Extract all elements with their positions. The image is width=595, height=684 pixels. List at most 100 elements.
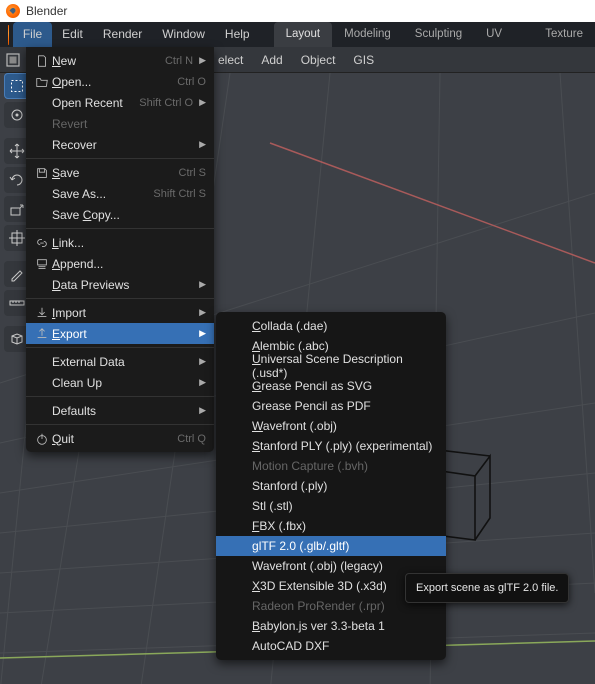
- link-icon: [32, 236, 52, 250]
- menu-label: Recover: [52, 138, 193, 152]
- submenu-label: Grease Pencil as PDF: [252, 399, 371, 413]
- submenu-label: Grease Pencil as SVG: [252, 379, 372, 393]
- file-menu-revert: Revert: [26, 113, 214, 134]
- export-submenu: Collada (.dae)Alembic (.abc)Universal Sc…: [216, 312, 446, 660]
- menu-label: Import: [52, 306, 193, 320]
- submenu-label: Stanford PLY (.ply) (experimental): [252, 439, 432, 453]
- export-autocad-dxf[interactable]: AutoCAD DXF: [216, 636, 446, 656]
- menu-render[interactable]: Render: [93, 22, 152, 47]
- shortcut: Ctrl O: [177, 76, 206, 88]
- submenu-label: glTF 2.0 (.glb/.gltf): [252, 539, 349, 553]
- blender-icon: [6, 4, 20, 18]
- menu-edit[interactable]: Edit: [52, 22, 93, 47]
- workspace-tab-modeling[interactable]: Modeling: [332, 22, 403, 47]
- blender-logo-icon[interactable]: [8, 25, 9, 45]
- chevron-right-icon: ▶: [199, 97, 206, 108]
- submenu-label: Wavefront (.obj) (legacy): [252, 559, 383, 573]
- file-menu: NewCtrl N▶Open...Ctrl OOpen RecentShift …: [26, 47, 214, 452]
- submenu-label: Babylon.js ver 3.3-beta 1: [252, 619, 385, 633]
- mode-icon[interactable]: [4, 51, 22, 69]
- menu-label: Quit: [52, 432, 167, 446]
- shortcut: Shift Ctrl S: [153, 188, 206, 200]
- file-menu-external-data[interactable]: External Data ▶: [26, 351, 214, 372]
- file-menu-defaults[interactable]: Defaults▶: [26, 400, 214, 421]
- export-collada-dae-[interactable]: Collada (.dae): [216, 316, 446, 336]
- submenu-label: Radeon ProRender (.rpr): [252, 599, 385, 613]
- chevron-right-icon: ▶: [199, 328, 206, 339]
- header-menu-elect[interactable]: elect: [218, 53, 243, 67]
- export-stanford-ply-[interactable]: Stanford (.ply): [216, 476, 446, 496]
- submenu-label: AutoCAD DXF: [252, 639, 329, 653]
- menu-label: Append...: [52, 257, 206, 271]
- chevron-right-icon: ▶: [199, 139, 206, 150]
- submenu-label: Wavefront (.obj): [252, 419, 337, 433]
- menu-label: Save As...: [52, 187, 143, 201]
- chevron-right-icon: ▶: [199, 279, 206, 290]
- file-menu-append-[interactable]: Append...: [26, 253, 214, 274]
- window-titlebar: Blender: [0, 0, 595, 22]
- workspace-tabs: LayoutModelingSculptingUV EditingTexture…: [274, 22, 595, 47]
- export-gltf-2-0-glb-gltf-[interactable]: glTF 2.0 (.glb/.gltf): [216, 536, 446, 556]
- file-menu-link-[interactable]: Link...: [26, 232, 214, 253]
- submenu-label: Universal Scene Description (.usd*): [252, 352, 434, 380]
- file-menu-save[interactable]: Save Ctrl S: [26, 162, 214, 183]
- header-menu-object[interactable]: Object: [301, 53, 336, 67]
- tooltip-text: Export scene as glTF 2.0 file.: [416, 582, 558, 594]
- menu-label: Open...: [52, 75, 167, 89]
- window-title: Blender: [26, 4, 67, 18]
- export-babylon-js-ver-3-3-beta-1[interactable]: Babylon.js ver 3.3-beta 1: [216, 616, 446, 636]
- file-menu-export[interactable]: Export ▶: [26, 323, 214, 344]
- file-menu-new[interactable]: NewCtrl N▶: [26, 50, 214, 71]
- menu-label: Link...: [52, 236, 206, 250]
- file-menu-recover[interactable]: Recover ▶: [26, 134, 214, 155]
- workspace-tab-texture-paint[interactable]: Texture Paint: [533, 22, 595, 47]
- workspace-tab-sculpting[interactable]: Sculpting: [403, 22, 474, 47]
- append-icon: [32, 257, 52, 271]
- export-icon: [32, 327, 52, 341]
- file-menu-import[interactable]: Import ▶: [26, 302, 214, 323]
- menu-label: Data Previews: [52, 278, 193, 292]
- menu-file[interactable]: File: [13, 22, 52, 47]
- menu-label: Clean Up: [52, 376, 193, 390]
- export-motion-capture-bvh-: Motion Capture (.bvh): [216, 456, 446, 476]
- tooltip: Export scene as glTF 2.0 file.: [405, 573, 569, 603]
- file-menu-open-[interactable]: Open... Ctrl O: [26, 71, 214, 92]
- shortcut: Ctrl S: [179, 167, 207, 179]
- chevron-right-icon: ▶: [199, 356, 206, 367]
- export-universal-scene-description-usd-[interactable]: Universal Scene Description (.usd*): [216, 356, 446, 376]
- workspace-tab-layout[interactable]: Layout: [274, 22, 333, 47]
- menu-label: Save: [52, 166, 169, 180]
- header-menu-gis[interactable]: GIS: [353, 53, 374, 67]
- folder-open-icon: [32, 75, 52, 89]
- export-fbx-fbx-[interactable]: FBX (.fbx): [216, 516, 446, 536]
- menu-label: Revert: [52, 117, 206, 131]
- menu-label: Export: [52, 327, 193, 341]
- file-menu-clean-up[interactable]: Clean Up ▶: [26, 372, 214, 393]
- file-menu-save-copy-[interactable]: Save Copy...: [26, 204, 214, 225]
- shortcut: Ctrl Q: [177, 433, 206, 445]
- submenu-label: FBX (.fbx): [252, 519, 306, 533]
- menu-label: External Data: [52, 355, 193, 369]
- submenu-label: Alembic (.abc): [252, 339, 329, 353]
- chevron-right-icon: ▶: [199, 55, 206, 66]
- chevron-right-icon: ▶: [199, 307, 206, 318]
- export-stanford-ply-ply-experimental-[interactable]: Stanford PLY (.ply) (experimental): [216, 436, 446, 456]
- workspace-tab-uv-editing[interactable]: UV Editing: [474, 22, 533, 47]
- file-menu-save-as-[interactable]: Save As... Shift Ctrl S: [26, 183, 214, 204]
- export-grease-pencil-as-pdf[interactable]: Grease Pencil as PDF: [216, 396, 446, 416]
- shortcut: Ctrl N: [165, 55, 193, 67]
- file-menu-quit[interactable]: Quit Ctrl Q: [26, 428, 214, 449]
- chevron-right-icon: ▶: [199, 405, 206, 416]
- export-stl-stl-[interactable]: Stl (.stl): [216, 496, 446, 516]
- header-menu-add[interactable]: Add: [261, 53, 282, 67]
- import-icon: [32, 306, 52, 320]
- menubar: FileEditRenderWindowHelp LayoutModelingS…: [0, 22, 595, 47]
- menu-help[interactable]: Help: [215, 22, 260, 47]
- menu-window[interactable]: Window: [152, 22, 215, 47]
- submenu-label: Stl (.stl): [252, 499, 293, 513]
- export-wavefront-obj-[interactable]: Wavefront (.obj): [216, 416, 446, 436]
- file-menu-data-previews[interactable]: Data Previews ▶: [26, 274, 214, 295]
- file-menu-open-recent[interactable]: Open RecentShift Ctrl O▶: [26, 92, 214, 113]
- shortcut: Shift Ctrl O: [139, 97, 193, 109]
- chevron-right-icon: ▶: [199, 377, 206, 388]
